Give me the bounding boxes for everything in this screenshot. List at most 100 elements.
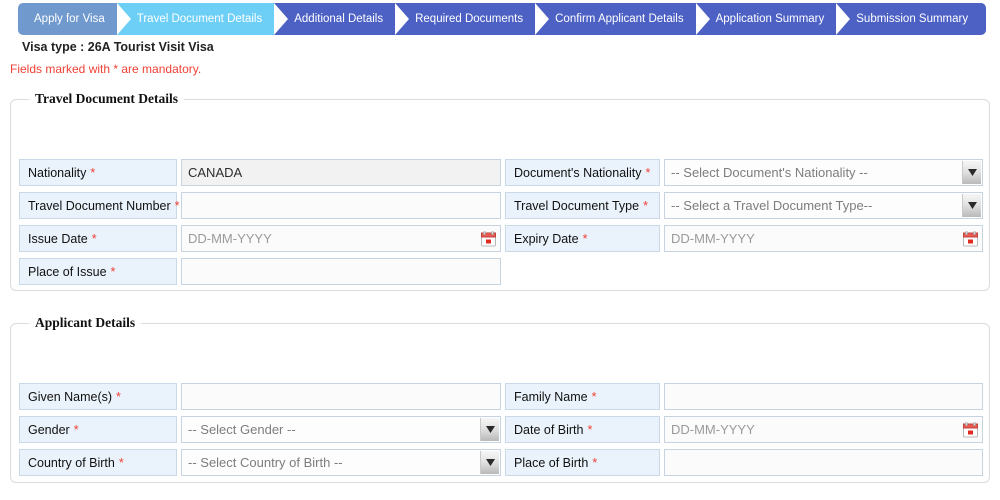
calendar-icon[interactable] <box>963 422 978 437</box>
applicant-details-legend: Applicant Details <box>35 315 136 330</box>
applicant-details-panel: Applicant Details Given Name(s) * Gender… <box>10 315 990 483</box>
required-marker: * <box>73 422 79 437</box>
chevron-down-icon[interactable] <box>480 418 499 441</box>
label-date-of-birth: Date of Birth * <box>505 416 660 443</box>
label-text: Expiry Date <box>514 231 579 246</box>
wizard-step-apply-for-visa[interactable]: Apply for Visa <box>18 3 117 35</box>
wizard-step-label: Travel Document Details <box>136 13 263 25</box>
required-marker: * <box>110 264 116 279</box>
country-of-birth-select[interactable]: -- Select Country of Birth -- <box>181 449 501 476</box>
control-date-of-birth <box>664 416 983 443</box>
label-expiry-date: Expiry Date * <box>505 225 660 252</box>
required-marker: * <box>587 422 593 437</box>
label-nationality: Nationality * <box>19 159 177 186</box>
wizard-step-required-documents[interactable]: Required Documents <box>395 3 536 35</box>
travel-document-details-panel: Travel Document Details Nationality * Tr… <box>10 91 990 291</box>
label-country-of-birth: Country of Birth * <box>19 449 177 476</box>
label-place-of-birth: Place of Birth * <box>505 449 660 476</box>
chevron-right-icon <box>535 3 552 35</box>
required-marker: * <box>592 455 598 470</box>
travel-document-number-input[interactable] <box>181 192 501 219</box>
required-marker: * <box>643 198 648 213</box>
label-text: Document's Nationality <box>514 165 642 180</box>
label-text: Date of Birth <box>514 422 584 437</box>
issue-date-input[interactable] <box>181 225 501 252</box>
required-marker: * <box>116 389 121 404</box>
field-row-place-of-birth: Place of Birth * <box>505 449 983 476</box>
wizard-step-label: Additional Details <box>294 13 384 25</box>
chevron-right-icon <box>836 3 853 35</box>
documents-nationality-select[interactable]: -- Select Document's Nationality -- <box>664 159 983 186</box>
wizard-step-travel-document-details[interactable]: Travel Document Details <box>116 3 275 35</box>
label-issue-date: Issue Date * <box>19 225 177 252</box>
control-nationality <box>181 159 501 186</box>
visa-type-label: Visa type : 26A Tourist Visit Visa <box>22 40 214 54</box>
field-row-issue-date: Issue Date * <box>19 225 501 252</box>
control-issue-date <box>181 225 501 252</box>
label-text: Nationality <box>28 165 87 180</box>
label-place-of-issue: Place of Issue * <box>19 258 177 285</box>
travel-document-details-legend: Travel Document Details <box>35 91 178 106</box>
wizard-step-additional-details[interactable]: Additional Details <box>274 3 396 35</box>
control-documents-nationality: -- Select Document's Nationality -- <box>664 159 983 186</box>
control-place-of-issue <box>181 258 501 285</box>
label-text: Given Name(s) <box>28 389 113 404</box>
label-given-names: Given Name(s) * <box>19 383 177 410</box>
expiry-date-input[interactable] <box>664 225 983 252</box>
field-row-family-name: Family Name * <box>505 383 983 410</box>
calendar-icon[interactable] <box>963 231 978 246</box>
label-text: Family Name <box>514 389 588 404</box>
required-marker: * <box>174 198 180 213</box>
wizard-step-application-summary[interactable]: Application Summary <box>695 3 837 35</box>
label-text: Travel Document Number <box>28 198 171 213</box>
chevron-right-icon <box>274 3 291 35</box>
wizard-step-label: Required Documents <box>415 13 524 25</box>
wizard-step-label: Submission Summary <box>856 13 969 25</box>
selected-option: -- Select Country of Birth -- <box>188 455 343 470</box>
required-marker: * <box>118 455 124 470</box>
field-row-travel-document-number: Travel Document Number * <box>19 192 501 219</box>
wizard-step-submission-summary[interactable]: Submission Summary <box>836 3 987 35</box>
family-name-input[interactable] <box>664 383 983 410</box>
control-travel-document-number <box>181 192 501 219</box>
calendar-icon[interactable] <box>481 231 496 246</box>
given-names-input[interactable] <box>181 383 501 410</box>
field-row-place-of-issue: Place of Issue * <box>19 258 501 285</box>
place-of-issue-input[interactable] <box>181 258 501 285</box>
label-gender: Gender * <box>19 416 177 443</box>
field-row-given-names: Given Name(s) * <box>19 383 501 410</box>
chevron-right-icon <box>116 3 134 35</box>
required-marker: * <box>91 231 97 246</box>
wizard-step-label: Confirm Applicant Details <box>555 13 684 25</box>
control-gender: -- Select Gender -- <box>181 416 501 443</box>
wizard-step-label: Apply for Visa <box>34 13 105 25</box>
required-marker: * <box>591 389 597 404</box>
required-marker: * <box>645 165 651 180</box>
mandatory-fields-note: Fields marked with * are mandatory. <box>10 62 202 76</box>
chevron-right-icon <box>695 3 713 35</box>
field-row-country-of-birth: Country of Birth * -- Select Country of … <box>19 449 501 476</box>
label-text: Place of Issue <box>28 264 107 279</box>
label-family-name: Family Name * <box>505 383 660 410</box>
label-text: Issue Date <box>28 231 88 246</box>
field-row-travel-document-type: Travel Document Type * -- Select a Trave… <box>505 192 983 219</box>
label-travel-document-number: Travel Document Number * <box>19 192 180 219</box>
field-row-documents-nationality: Document's Nationality * -- Select Docum… <box>505 159 983 186</box>
place-of-birth-input[interactable] <box>664 449 983 476</box>
required-marker: * <box>90 165 96 180</box>
gender-select[interactable]: -- Select Gender -- <box>181 416 501 443</box>
selected-option: -- Select Document's Nationality -- <box>671 165 868 180</box>
date-of-birth-input[interactable] <box>664 416 983 443</box>
chevron-down-icon[interactable] <box>962 161 981 184</box>
chevron-down-icon[interactable] <box>480 451 499 474</box>
nationality-input[interactable] <box>181 159 501 186</box>
wizard-steps: Apply for Visa Travel Document Details A… <box>18 3 987 35</box>
selected-option: -- Select a Travel Document Type-- <box>671 198 873 213</box>
wizard-step-confirm-applicant-details[interactable]: Confirm Applicant Details <box>535 3 696 35</box>
label-documents-nationality: Document's Nationality * <box>505 159 660 186</box>
travel-document-type-select[interactable]: -- Select a Travel Document Type-- <box>664 192 983 219</box>
wizard-step-label: Application Summary <box>715 13 825 25</box>
control-family-name <box>664 383 983 410</box>
chevron-down-icon[interactable] <box>962 194 981 217</box>
selected-option: -- Select Gender -- <box>188 422 296 437</box>
